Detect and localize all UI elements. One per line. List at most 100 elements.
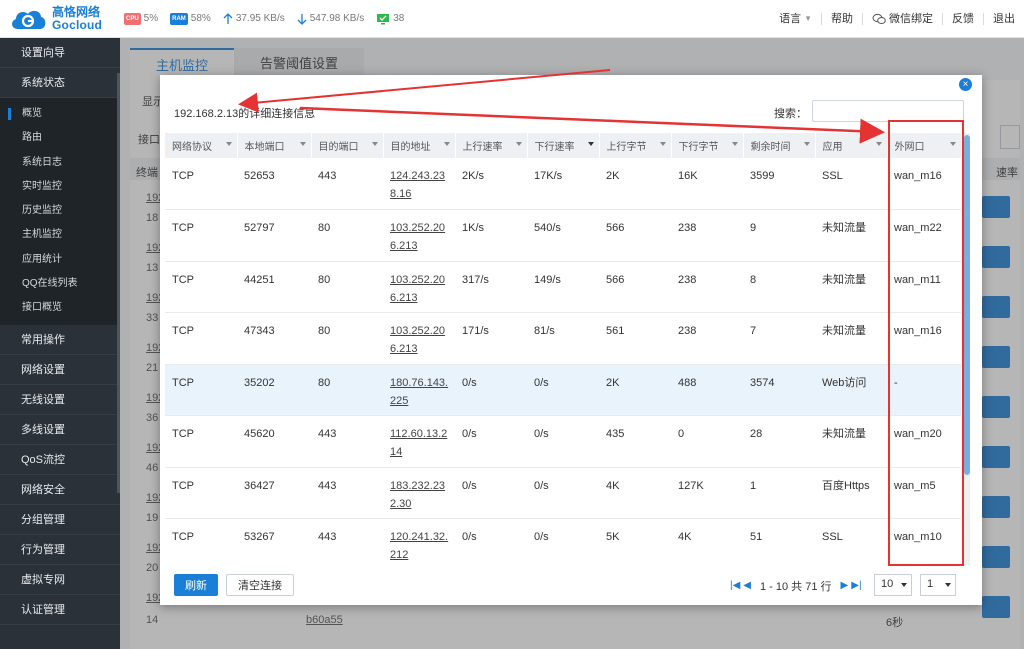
sidebar-item-realtime-monitor[interactable]: 实时监控 (0, 175, 120, 199)
table-row[interactable]: TCP 44251 80 103.252.20 6.213 317/s 149/s 566 23… (165, 261, 961, 313)
col-up-rate[interactable]: 上行速率 (455, 133, 528, 158)
col-dest-port[interactable]: 目的端口 (311, 133, 384, 158)
logout-label: 退出 (993, 13, 1015, 25)
sidebar-group-common-ops[interactable]: 常用操作 (0, 325, 120, 355)
sidebar-group-network[interactable]: 网络设置 (0, 355, 120, 385)
page-size-select[interactable]: 10 (874, 574, 912, 596)
sidebar-group-qos[interactable]: QoS流控 (0, 445, 120, 475)
prev-page-icon[interactable]: ◀ (743, 580, 751, 592)
sidebar-item-interface-overview[interactable]: 接口概览 (0, 296, 120, 320)
sidebar-item-system-log[interactable]: 系统日志 (0, 151, 120, 175)
cell-addr[interactable]: 183.232.23 2.30 (383, 467, 455, 519)
table-scrollbar[interactable] (964, 133, 970, 565)
language-menu[interactable]: 语言 ▼ (770, 13, 821, 25)
brand-name-cn: 高恪网络 (52, 4, 101, 19)
brand-logo[interactable]: 高恪网络 Gocloud (0, 0, 120, 38)
table-row[interactable]: TCP 36427 443 183.232.23 2.30 0/s 0/s 4K 127K 1 百度… (165, 467, 961, 519)
sidebar-group-system-status[interactable]: 系统状态 (0, 68, 120, 98)
sidebar-group-groups[interactable]: 分组管理 (0, 505, 120, 535)
sort-caret-icon (875, 142, 882, 146)
sidebar-group-auth[interactable]: 认证管理 (0, 595, 120, 625)
pager-info: 1 - 10 共 71 行 (760, 581, 832, 593)
addr-line-2[interactable]: 14 (390, 443, 451, 461)
sidebar-item-route[interactable]: 路由 (0, 126, 120, 150)
col-protocol[interactable]: 网络协议 (165, 133, 238, 158)
table-row[interactable]: TCP 35202 80 180.76.143. 225 0/s 0/s 2K 488 3574 W… (165, 364, 961, 416)
addr-line-2[interactable]: 212 (390, 546, 451, 564)
logout-link[interactable]: 退出 (983, 13, 1024, 25)
addr-line-2[interactable]: 8.16 (390, 185, 451, 203)
cell-addr[interactable]: 120.241.32. 212 (383, 518, 455, 565)
cell-proto: TCP (165, 467, 237, 519)
close-icon[interactable]: × (959, 78, 972, 91)
cell-addr[interactable]: 112.60.13.2 14 (383, 415, 455, 468)
sidebar-group-vpn[interactable]: 虚拟专网 (0, 565, 120, 595)
page-number-select[interactable]: 1 (920, 574, 956, 596)
cell-ttl: 1 (743, 467, 815, 519)
addr-line-2[interactable]: 6.213 (390, 237, 451, 255)
col-dest-addr[interactable]: 目的地址 (383, 133, 456, 158)
addr-line-1[interactable]: 103.252.20 (390, 219, 451, 237)
search-label: 搜索： (774, 108, 807, 120)
cell-lport: 52797 (237, 209, 311, 262)
sidebar-item-overview[interactable]: 概览 (0, 102, 120, 126)
table-row[interactable]: TCP 45620 443 112.60.13.2 14 0/s 0/s 435 0 28 未知流量… (165, 415, 961, 468)
addr-line-2[interactable]: 225 (390, 392, 451, 410)
download-arrow-icon (297, 13, 307, 25)
addr-line-1[interactable]: 120.241.32. (390, 528, 451, 546)
col-down-rate[interactable]: 下行速率 (527, 133, 600, 158)
cell-addr[interactable]: 103.252.20 6.213 (383, 209, 455, 262)
sidebar-item-qq-online[interactable]: QQ在线列表 (0, 272, 120, 296)
addr-line-1[interactable]: 103.252.20 (390, 271, 451, 289)
wechat-bind-link[interactable]: 微信绑定 (862, 13, 942, 25)
sidebar-group-setup-wizard[interactable]: 设置向导 (0, 38, 120, 68)
last-page-icon[interactable]: ▶| (851, 580, 861, 592)
cell-addr[interactable]: 124.243.23 8.16 (383, 158, 455, 210)
next-page-icon[interactable]: ▶ (841, 580, 849, 592)
sidebar-item-app-stats[interactable]: 应用统计 (0, 248, 120, 272)
cell-upb: 566 (599, 209, 671, 262)
addr-line-2[interactable]: 6.213 (390, 340, 451, 358)
addr-line-2[interactable]: 2.30 (390, 495, 451, 513)
cell-upb: 561 (599, 312, 671, 365)
cell-dport: 80 (311, 364, 383, 416)
sidebar-item-host-monitor[interactable]: 主机监控 (0, 223, 120, 247)
help-link[interactable]: 帮助 (821, 13, 862, 25)
feedback-link[interactable]: 反馈 (942, 13, 983, 25)
addr-line-1[interactable]: 180.76.143. (390, 374, 451, 392)
first-page-icon[interactable]: |◀ (730, 580, 740, 592)
sidebar-group-multiline[interactable]: 多线设置 (0, 415, 120, 445)
col-local-port[interactable]: 本地端口 (237, 133, 312, 158)
cell-downb: 238 (671, 312, 743, 365)
addr-line-1[interactable]: 103.252.20 (390, 322, 451, 340)
search-input[interactable] (812, 100, 964, 122)
table-row[interactable]: TCP 53267 443 120.241.32. 212 0/s 0/s 5K 4K 51 SSL… (165, 518, 961, 565)
sidebar-group-security[interactable]: 网络安全 (0, 475, 120, 505)
col-down-bytes[interactable]: 下行字节 (671, 133, 744, 158)
cell-up: 0/s (455, 415, 527, 468)
addr-line-1[interactable]: 183.232.23 (390, 477, 451, 495)
cell-down: 0/s (527, 467, 599, 519)
clear-connections-button[interactable]: 清空连接 (226, 574, 294, 596)
col-app[interactable]: 应用 (815, 133, 888, 158)
table-row[interactable]: TCP 52797 80 103.252.20 6.213 1K/s 540/s 566 238… (165, 209, 961, 262)
table-row[interactable]: TCP 52653 443 124.243.23 8.16 2K/s 17K/s 2K 16K 3… (165, 158, 961, 210)
sidebar-group-behavior[interactable]: 行为管理 (0, 535, 120, 565)
scrollbar-thumb[interactable] (964, 135, 970, 475)
col-up-bytes[interactable]: 上行字节 (599, 133, 672, 158)
cell-up: 171/s (455, 312, 527, 365)
sidebar-item-history-monitor[interactable]: 历史监控 (0, 199, 120, 223)
cell-app: 未知流量 (815, 415, 887, 468)
cell-addr[interactable]: 103.252.20 6.213 (383, 261, 455, 313)
cell-addr[interactable]: 103.252.20 6.213 (383, 312, 455, 365)
table-row[interactable]: TCP 47343 80 103.252.20 6.213 171/s 81/s 561 238… (165, 312, 961, 365)
addr-line-1[interactable]: 124.243.23 (390, 167, 451, 185)
addr-line-2[interactable]: 6.213 (390, 289, 451, 307)
brand-name-en: Gocloud (52, 17, 103, 32)
sidebar-group-wireless[interactable]: 无线设置 (0, 385, 120, 415)
cell-addr[interactable]: 180.76.143. 225 (383, 364, 455, 416)
refresh-button[interactable]: 刷新 (174, 574, 218, 596)
col-ttl[interactable]: 剩余时间 (743, 133, 816, 158)
addr-line-1[interactable]: 112.60.13.2 (390, 425, 451, 443)
modal-footer: 刷新 清空连接 |◀ ◀ 1 - 10 共 71 行 ▶ ▶| 10 1 (160, 572, 982, 605)
